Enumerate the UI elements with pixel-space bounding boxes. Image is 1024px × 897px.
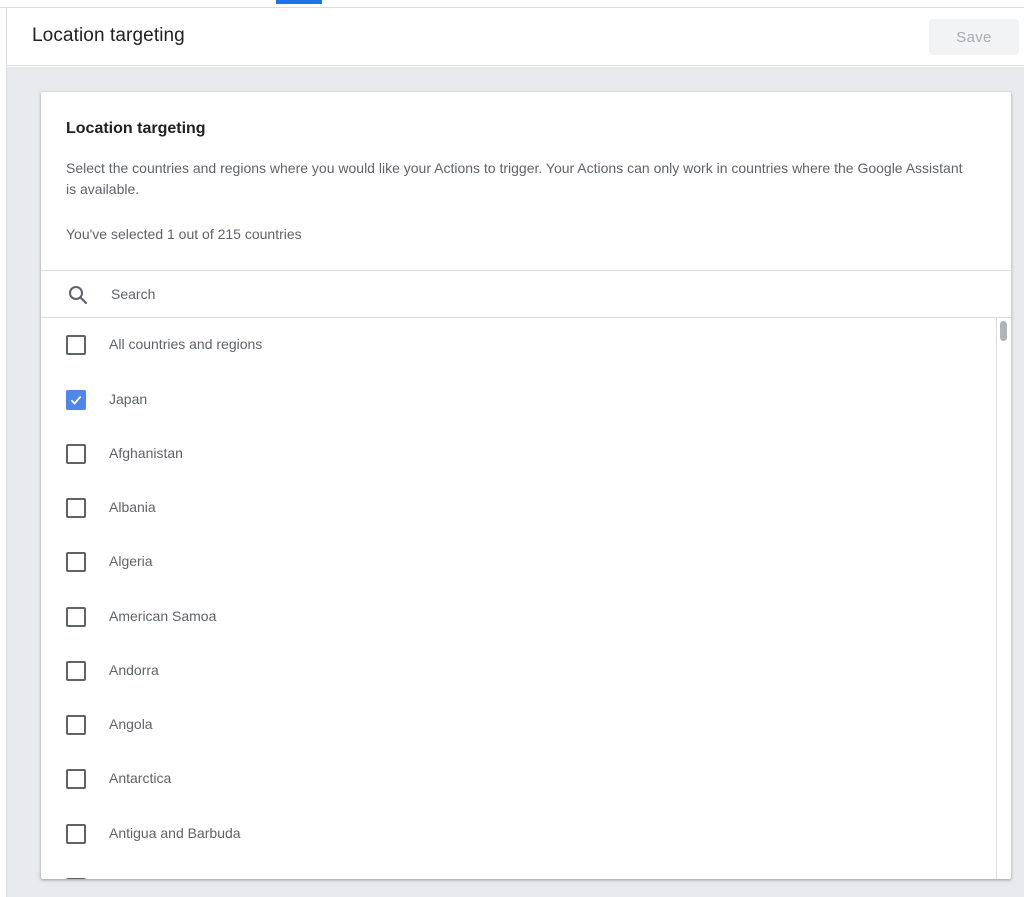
checkbox-next-item[interactable] [66,878,86,879]
card-title: Location targeting [66,120,206,137]
list-item-label: Afghanistan [109,445,183,461]
checkbox-antarctica[interactable] [66,769,86,789]
list-item-label: Antigua and Barbuda [109,825,241,841]
list-item[interactable]: Algeria [41,535,996,589]
checkbox-antigua-and-barbuda[interactable] [66,824,86,844]
checkbox-afghanistan[interactable] [66,444,86,464]
list-scrollbar[interactable] [996,318,1011,879]
list-item-label: Angola [109,716,153,732]
list-item[interactable]: All countries and regions [41,318,996,372]
selection-count: You've selected 1 out of 215 countries [66,226,302,242]
list-item-label: Antarctica [109,770,172,786]
card-description: Select the countries and regions where y… [66,160,963,197]
list-item-label: Algeria [109,553,153,569]
checkmark-icon [70,395,82,405]
list-item-label: All countries and regions [109,336,263,352]
save-button[interactable]: Save [929,19,1019,55]
list-item-label: Japan [109,391,148,407]
checkbox-japan[interactable] [66,390,86,410]
checkbox-andorra[interactable] [66,661,86,681]
list-item-label: Albania [109,499,156,515]
list-item[interactable]: Antarctica [41,752,996,806]
checkbox-albania[interactable] [66,498,86,518]
checkbox-all-countries[interactable] [66,335,86,355]
location-targeting-card: Location targeting Select the countries … [41,92,1011,879]
list-item-label: American Samoa [109,608,217,624]
list-item[interactable]: Albania [41,481,996,535]
list-item[interactable] [41,861,996,879]
checkbox-algeria[interactable] [66,552,86,572]
scrollbar-thumb[interactable] [1000,321,1007,341]
list-item[interactable]: Angola [41,698,996,752]
search-input[interactable] [111,279,971,309]
list-item[interactable]: Japan [41,373,996,427]
list-item[interactable]: Afghanistan [41,427,996,481]
search-bar [41,270,1011,318]
list-item[interactable]: Antigua and Barbuda [41,807,996,861]
page-title: Location targeting [32,25,185,46]
list-item[interactable]: American Samoa [41,590,996,644]
country-list: All countries and regions Japan Afghanis… [41,318,996,879]
checkbox-american-samoa[interactable] [66,607,86,627]
search-icon [69,286,88,305]
active-tab-indicator [276,0,322,4]
page-header: Location targeting Save [7,8,1024,66]
checkbox-angola[interactable] [66,715,86,735]
list-item-label: Andorra [109,662,159,678]
list-item[interactable]: Andorra [41,644,996,698]
